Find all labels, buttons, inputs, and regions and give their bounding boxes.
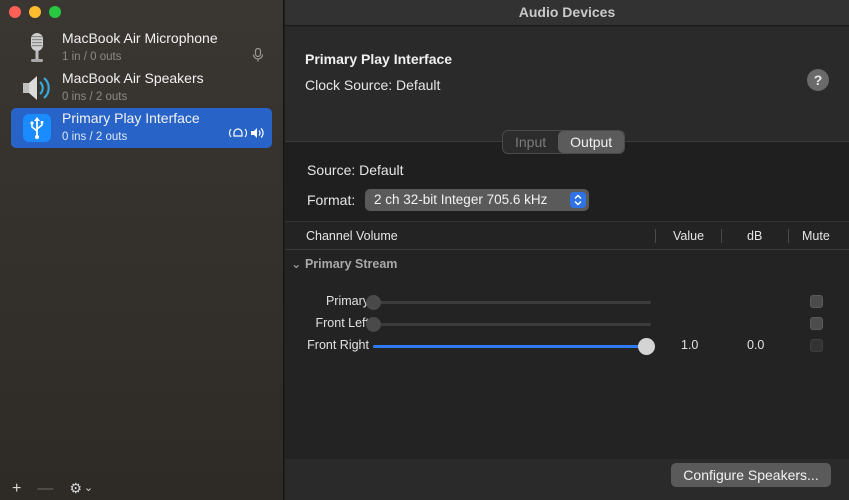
stream-name: Primary Stream [304, 257, 398, 271]
microphone-icon [21, 32, 53, 64]
table-header: Channel Volume Value dB Mute [285, 222, 849, 250]
source-label: Source: Default [307, 162, 404, 178]
device-item-speakers[interactable]: MacBook Air Speakers 0 ins / 2 outs [11, 68, 272, 108]
device-io: 1 in / 0 outs [62, 51, 122, 63]
channel-db: 0.0 [747, 338, 765, 352]
channel-value: 1.0 [681, 338, 699, 352]
volume-slider-knob[interactable] [638, 338, 655, 355]
clock-source: Clock Source: Default [305, 77, 441, 93]
channel-volume-table: Channel Volume Value dB Mute ⌄ Primary S… [285, 221, 849, 460]
zoom-window-button[interactable] [49, 6, 61, 18]
usb-icon [21, 112, 53, 144]
channel-label: Front Right [307, 338, 369, 352]
device-name: MacBook Air Microphone [62, 30, 218, 46]
sidebar-toolbar: + — ⚙ ⌄ [0, 478, 284, 500]
gear-menu-button[interactable]: ⚙ ⌄ [69, 480, 93, 498]
format-label: Format: [307, 192, 356, 208]
device-list: MacBook Air Microphone 1 in / 0 outs Mac… [11, 28, 272, 148]
device-item-microphone[interactable]: MacBook Air Microphone 1 in / 0 outs [11, 28, 272, 68]
table-row: Primary [285, 292, 849, 312]
table-row: Front Left [285, 314, 849, 334]
output-speaker-icon [250, 126, 264, 144]
header-value[interactable]: Value [673, 229, 704, 243]
device-title: Primary Play Interface [305, 51, 453, 67]
volume-slider-fill [373, 345, 651, 348]
speaker-icon [21, 72, 53, 104]
header-channel-volume[interactable]: Channel Volume [306, 229, 398, 243]
input-mic-icon [252, 48, 264, 62]
help-button[interactable]: ? [807, 69, 829, 91]
alert-sound-icon [228, 126, 248, 144]
window-controls [9, 6, 61, 18]
device-status-icons [228, 126, 264, 144]
column-divider [721, 229, 722, 243]
output-panel: Source: Default Format: 2 ch 32-bit Inte… [285, 141, 849, 460]
sidebar: MacBook Air Microphone 1 in / 0 outs Mac… [0, 0, 284, 500]
header-db[interactable]: dB [747, 229, 762, 243]
header-mute[interactable]: Mute [802, 229, 830, 243]
device-name: MacBook Air Speakers [62, 70, 204, 86]
column-divider [655, 229, 656, 243]
mute-checkbox[interactable] [810, 317, 823, 330]
device-io: 0 ins / 2 outs [62, 131, 128, 143]
device-io: 0 ins / 2 outs [62, 91, 128, 103]
volume-slider-knob[interactable] [366, 317, 381, 332]
chevron-down-icon: ⌄ [291, 257, 302, 271]
volume-slider[interactable] [373, 338, 655, 355]
tab-output[interactable]: Output [558, 131, 625, 153]
configure-speakers-button[interactable]: Configure Speakers... [671, 463, 831, 487]
column-divider [788, 229, 789, 243]
channel-label: Front Left [315, 316, 370, 330]
volume-slider[interactable] [366, 295, 651, 310]
chevron-updown-icon [570, 192, 586, 208]
format-select[interactable]: 2 ch 32-bit Integer 705.6 kHz [365, 189, 589, 211]
chevron-down-icon: ⌄ [83, 482, 94, 494]
device-name: Primary Play Interface [62, 110, 200, 126]
close-window-button[interactable] [9, 6, 21, 18]
table-row: Front Right 1.0 0.0 [285, 336, 849, 356]
footer-bar: Configure Speakers... [285, 459, 849, 500]
device-item-primary-play-interface[interactable]: Primary Play Interface 0 ins / 2 outs [11, 108, 272, 148]
channel-label: Primary [325, 294, 369, 308]
remove-device-button[interactable]: — [37, 481, 53, 497]
window-title: Audio Devices [285, 0, 849, 26]
input-output-tabs: Input Output [502, 130, 626, 154]
tab-input[interactable]: Input [503, 131, 558, 153]
volume-slider[interactable] [366, 317, 651, 332]
mute-checkbox[interactable] [810, 295, 823, 308]
minimize-window-button[interactable] [29, 6, 41, 18]
add-device-button[interactable]: + [12, 481, 21, 497]
stream-disclosure[interactable]: ⌄ Primary Stream [291, 256, 397, 271]
volume-slider-knob[interactable] [366, 295, 381, 310]
format-value: 2 ch 32-bit Integer 705.6 kHz [374, 192, 548, 207]
main-panel: Audio Devices Primary Play Interface Clo… [285, 0, 849, 500]
gear-icon: ⚙ [69, 480, 82, 496]
mute-checkbox[interactable] [810, 339, 823, 352]
